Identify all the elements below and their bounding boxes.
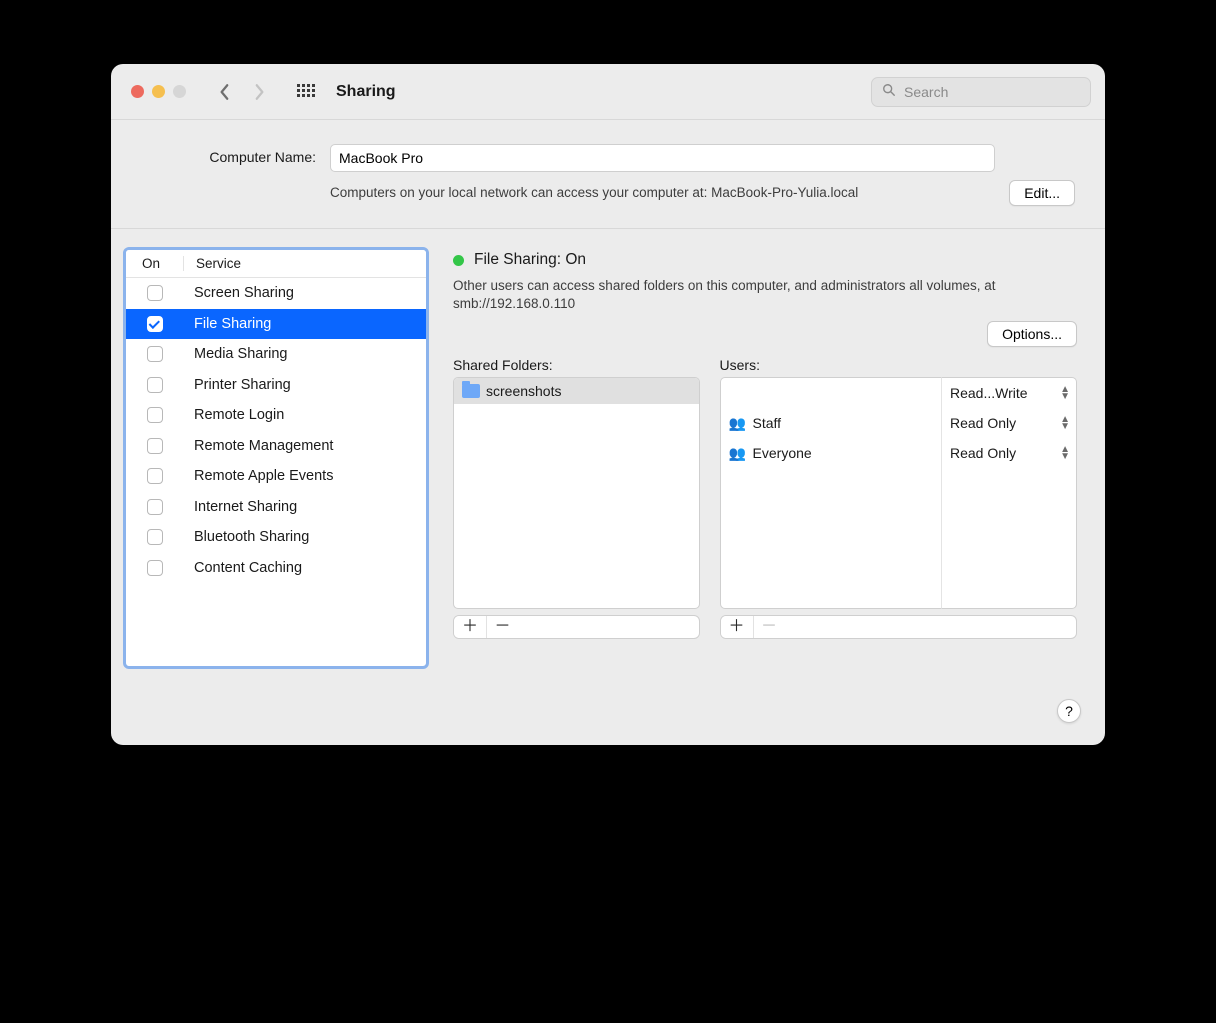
user-row[interactable]: 👥 Staff [721, 408, 941, 438]
service-row[interactable]: Remote Login [126, 400, 426, 431]
service-checkbox[interactable] [147, 285, 163, 301]
service-name: File Sharing [184, 316, 271, 332]
shared-folder-name: screenshots [486, 383, 561, 399]
computer-name-label: Computer Name: [141, 144, 316, 165]
service-row[interactable]: Remote Management [126, 431, 426, 462]
user-row[interactable]: 👥 Everyone [721, 438, 941, 468]
services-header-service: Service [184, 256, 241, 271]
service-name: Media Sharing [184, 346, 288, 362]
user-name: Staff [753, 415, 782, 431]
service-detail-pane: File Sharing: On Other users can access … [453, 247, 1077, 669]
service-checkbox[interactable] [147, 468, 163, 484]
services-header-on: On [126, 256, 184, 271]
service-checkbox[interactable] [147, 438, 163, 454]
search-icon [882, 83, 896, 100]
service-checkbox[interactable] [147, 316, 163, 332]
remove-user-button[interactable]: － [753, 616, 785, 638]
help-button[interactable]: ? [1057, 699, 1081, 723]
status-description: Other users can access shared folders on… [453, 277, 1063, 313]
permission-value: Read Only [950, 445, 1016, 461]
remove-shared-folder-button[interactable]: － [486, 616, 518, 638]
service-checkbox[interactable] [147, 407, 163, 423]
service-name: Screen Sharing [184, 285, 294, 301]
forward-button[interactable] [246, 83, 272, 101]
service-checkbox[interactable] [147, 377, 163, 393]
user-name: Everyone [753, 445, 812, 461]
service-row[interactable]: Screen Sharing [126, 278, 426, 309]
close-window-button[interactable] [131, 85, 144, 98]
user-row[interactable] [721, 378, 941, 408]
chevron-up-down-icon: ▲▼ [1060, 446, 1070, 460]
search-field[interactable] [871, 77, 1091, 107]
permissions-list[interactable]: Read...Write ▲▼ Read Only ▲▼ Read Only ▲▼ [941, 377, 1077, 609]
grid-icon [297, 84, 313, 100]
service-name: Remote Apple Events [184, 468, 333, 484]
users-column: Users: 👥Staff👥Everyone Read...Write▲▼Rea… [720, 357, 1077, 639]
sharing-preferences-window: Sharing Computer Name: Computers on your… [111, 64, 1105, 745]
folder-icon [462, 384, 480, 398]
shared-folder-row[interactable]: screenshots [454, 378, 699, 404]
services-list[interactable]: On Service Screen Sharing File Sharing Med… [123, 247, 429, 669]
computer-name-description: Computers on your local network can acce… [330, 180, 995, 202]
add-user-button[interactable]: ＋ [721, 616, 753, 638]
service-row[interactable]: Content Caching [126, 553, 426, 584]
group-icon: 👥 [729, 445, 747, 462]
services-header: On Service [126, 250, 426, 278]
permission-selector[interactable]: Read Only ▲▼ [942, 438, 1076, 468]
add-shared-folder-button[interactable]: ＋ [454, 616, 486, 638]
back-button[interactable] [212, 83, 238, 101]
service-name: Content Caching [184, 560, 302, 576]
show-all-button[interactable] [292, 79, 318, 105]
chevron-up-down-icon: ▲▼ [1060, 386, 1070, 400]
chevron-up-down-icon: ▲▼ [1060, 416, 1070, 430]
computer-name-input[interactable] [330, 144, 995, 172]
users-label: Users: [720, 357, 1077, 373]
service-checkbox[interactable] [147, 529, 163, 545]
group-icon: 👥 [729, 415, 747, 432]
service-row[interactable]: Printer Sharing [126, 370, 426, 401]
service-name: Remote Login [184, 407, 284, 423]
service-checkbox[interactable] [147, 499, 163, 515]
users-add-remove: ＋ － [720, 615, 1077, 639]
service-checkbox[interactable] [147, 560, 163, 576]
main-content: On Service Screen Sharing File Sharing Med… [111, 229, 1105, 709]
traffic-lights [131, 85, 186, 98]
search-input[interactable] [904, 84, 1080, 100]
toolbar: Sharing [111, 64, 1105, 120]
shared-folders-list[interactable]: screenshots [453, 377, 700, 609]
permission-value: Read...Write [950, 385, 1028, 401]
shared-folders-column: Shared Folders: screenshots ＋ － [453, 357, 700, 639]
permission-selector[interactable]: Read...Write ▲▼ [942, 378, 1076, 408]
computer-name-section: Computer Name: Computers on your local n… [111, 120, 1105, 229]
maximize-window-button[interactable] [173, 85, 186, 98]
service-row[interactable]: Media Sharing [126, 339, 426, 370]
service-row[interactable]: Internet Sharing [126, 492, 426, 523]
service-row[interactable]: Remote Apple Events [126, 461, 426, 492]
window-title: Sharing [336, 83, 396, 101]
permission-selector[interactable]: Read Only ▲▼ [942, 408, 1076, 438]
service-row[interactable]: File Sharing [126, 309, 426, 340]
service-name: Bluetooth Sharing [184, 529, 309, 545]
service-checkbox[interactable] [147, 346, 163, 362]
status-text: File Sharing: On [474, 251, 586, 269]
service-name: Printer Sharing [184, 377, 291, 393]
service-name: Remote Management [184, 438, 333, 454]
shared-folders-add-remove: ＋ － [453, 615, 700, 639]
shared-folders-label: Shared Folders: [453, 357, 700, 373]
options-button[interactable]: Options... [987, 321, 1077, 347]
permission-value: Read Only [950, 415, 1016, 431]
minimize-window-button[interactable] [152, 85, 165, 98]
status-indicator-icon [453, 255, 464, 266]
service-row[interactable]: Bluetooth Sharing [126, 522, 426, 553]
service-name: Internet Sharing [184, 499, 297, 515]
edit-hostname-button[interactable]: Edit... [1009, 180, 1075, 206]
users-list[interactable]: 👥 Staff 👥 Everyone [720, 377, 941, 609]
